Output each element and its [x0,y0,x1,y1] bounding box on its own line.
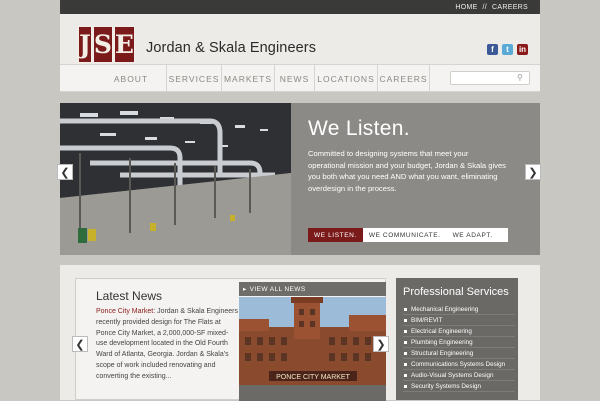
chevron-right-icon: ▸ [243,286,247,293]
nav-item-news[interactable]: NEWS [274,65,314,92]
latest-news-box: Latest News Ponce City Market: Jordan & … [75,278,386,401]
news-headline-link[interactable]: Ponce City Market [96,308,153,315]
news-title: Latest News [96,289,163,303]
slide-text: Committed to designing systems that meet… [308,149,506,193]
social-links: f t in [487,44,528,55]
top-bar: HOME // CAREERS [60,0,540,14]
jse-logo[interactable]: J S E [78,26,135,63]
careers-link[interactable]: CAREERS [492,4,528,11]
slide-tabs: WE LISTEN. WE COMMUNICATE. WE ADAPT. [308,228,508,242]
service-item[interactable]: BIM/REVIT [403,315,515,326]
chevron-left-icon: ❮ [60,166,70,179]
main-nav: ABOUT SERVICES MARKETS NEWS LOCATIONS CA… [60,64,540,92]
service-item[interactable]: Audio-Visual Systems Design [403,370,515,381]
news-text: Ponce City Market: Jordan & Skala Engine… [96,307,239,383]
top-separator: // [482,3,488,11]
news-next-button[interactable]: ❯ [373,336,389,352]
lower-content: Latest News Ponce City Market: Jordan & … [60,265,540,401]
services-title: Professional Services [403,286,509,298]
company-name: Jordan & Skala Engineers [146,40,317,56]
search-icon[interactable]: ⚲ [517,73,523,82]
ponce-city-market-sign: PONCE CITY MARKET [276,374,350,381]
slide-title: We Listen. [308,117,410,140]
tab-we-adapt[interactable]: WE ADAPT. [447,228,499,242]
tab-we-communicate[interactable]: WE COMMUNICATE. [363,228,447,242]
service-item[interactable]: Plumbing Engineering [403,337,515,348]
nav-item-careers[interactable]: CAREERS [377,65,430,92]
service-item[interactable]: Mechanical Engineering [403,304,515,315]
news-body: : Jordan & Skala Engineers recently prov… [96,308,239,380]
service-item[interactable]: Electrical Engineering [403,326,515,337]
home-link[interactable]: HOME [455,4,477,11]
nav-item-locations[interactable]: LOCATIONS [314,65,377,92]
news-photo: PONCE CITY MARKET [239,297,386,401]
professional-services-panel: Professional Services Mechanical Enginee… [396,278,518,400]
slider-prev-button[interactable]: ❮ [57,164,73,180]
view-all-label: VIEW ALL NEWS [249,285,306,293]
service-item[interactable]: Security Systems Design [403,381,515,392]
logo-letter: E [113,26,135,63]
service-item[interactable]: Communications Systems Design [403,359,515,370]
nav-item-markets[interactable]: MARKETS [221,65,274,92]
chevron-left-icon: ❮ [75,338,85,351]
chevron-right-icon: ❯ [376,338,386,351]
view-all-news-button[interactable]: ▸ VIEW ALL NEWS [239,282,386,296]
linkedin-icon[interactable]: in [517,44,528,55]
warehouse-photo [60,103,291,255]
nav-item-about[interactable]: ABOUT [105,65,157,92]
service-item[interactable]: Structural Engineering [403,348,515,359]
services-list: Mechanical Engineering BIM/REVIT Electri… [403,304,515,392]
nav-item-services[interactable]: SERVICES [166,65,221,92]
tab-we-listen[interactable]: WE LISTEN. [308,228,363,242]
logo-letter: J [78,26,92,63]
site-header: J S E Jordan & Skala Engineers f t in [60,14,540,64]
hero-slider: We Listen. Committed to designing system… [57,103,541,255]
twitter-icon[interactable]: t [502,44,513,55]
slider-next-button[interactable]: ❯ [525,164,541,180]
chevron-right-icon: ❯ [528,166,538,179]
logo-letter: S [92,26,113,63]
news-prev-button[interactable]: ❮ [72,336,88,352]
facebook-icon[interactable]: f [487,44,498,55]
